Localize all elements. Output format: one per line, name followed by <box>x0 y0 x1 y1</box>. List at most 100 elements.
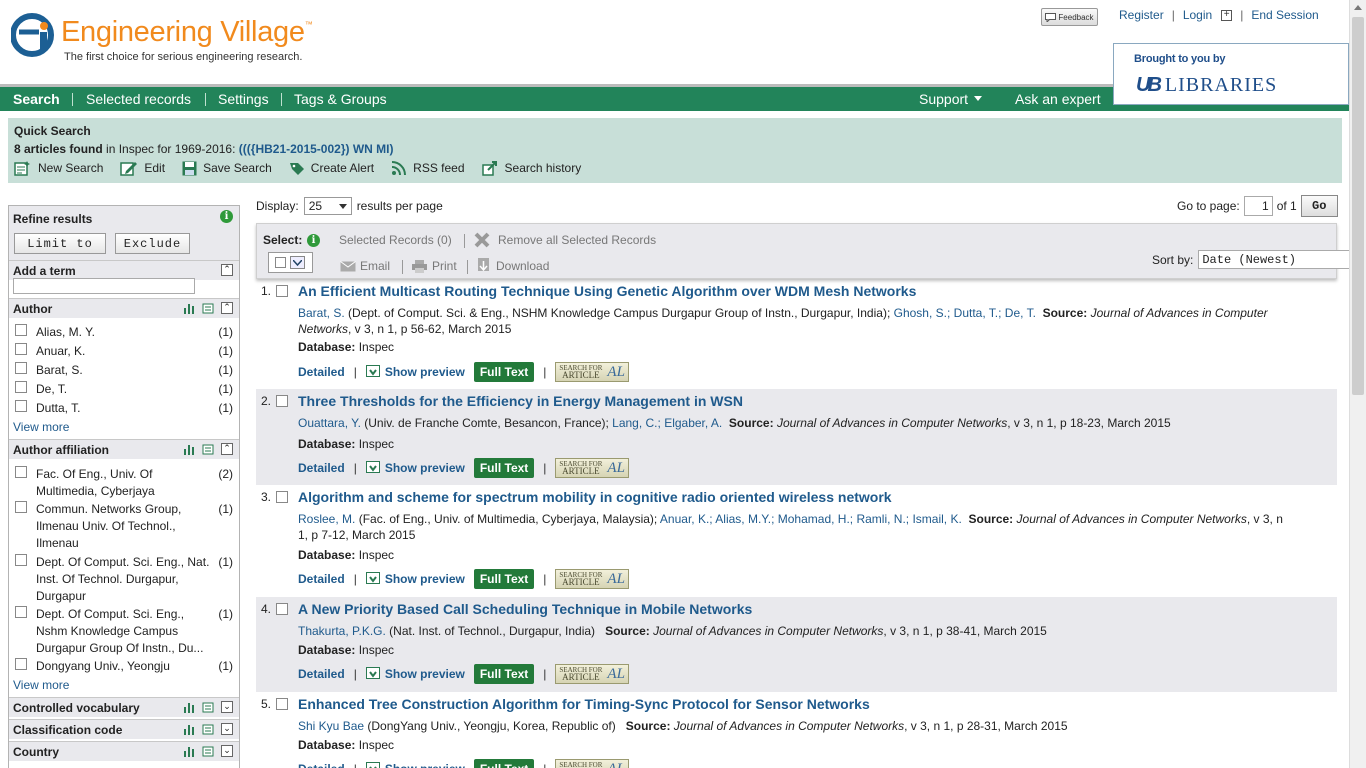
new-search-button[interactable]: New Search <box>14 160 103 176</box>
search-for-article-button[interactable]: SEARCH FORARTICLEAL <box>555 458 629 478</box>
facet-item-label[interactable]: Dept. Of Comput. Sci. Eng., Nshm Knowled… <box>36 606 216 657</box>
export-icon[interactable] <box>202 302 215 314</box>
search-for-article-button[interactable]: SEARCH FORARTICLEAL <box>555 362 629 382</box>
coauthor-links[interactable]: Anuar, K.; Alias, M.Y.; Mohamad, H.; Ram… <box>660 512 962 526</box>
nav-settings[interactable]: Settings <box>218 91 269 107</box>
collapse-icon[interactable]: ⌃ <box>221 302 233 314</box>
result-title-link[interactable]: Enhanced Tree Construction Algorithm for… <box>298 696 870 712</box>
nav-support[interactable]: Support <box>919 91 983 107</box>
facet-item-label[interactable]: Commun. Networks Group, Ilmenau Univ. Of… <box>36 501 216 552</box>
limit-to-button[interactable]: Limit to <box>14 233 106 254</box>
scroll-up-icon[interactable] <box>1354 5 1362 10</box>
facet-item-label[interactable]: Dongyang Univ., Yeongju <box>36 658 216 675</box>
page-scrollbar[interactable] <box>1349 0 1366 768</box>
bar-chart-icon[interactable] <box>183 702 196 713</box>
export-icon[interactable] <box>202 443 215 455</box>
select-all-checkbox[interactable] <box>275 257 286 268</box>
create-alert-button[interactable]: Create Alert <box>289 160 374 176</box>
detailed-link[interactable]: Detailed <box>298 572 345 586</box>
export-icon[interactable] <box>202 745 215 757</box>
expand-icon[interactable]: ⌄ <box>221 701 233 713</box>
facet-checkbox[interactable] <box>15 400 27 412</box>
bar-chart-icon[interactable] <box>183 303 196 314</box>
end-session-link[interactable]: End Session <box>1251 8 1318 22</box>
coauthor-links[interactable]: Ghosh, S.; Dutta, T.; De, T. <box>894 306 1036 320</box>
select-menu-icon[interactable] <box>290 256 305 269</box>
sort-by-select[interactable]: Date (Newest) <box>1198 250 1349 269</box>
print-button[interactable]: Print <box>412 259 457 273</box>
exclude-button[interactable]: Exclude <box>115 233 190 254</box>
facet-item-label[interactable]: De, T. <box>36 381 216 398</box>
facet-checkbox[interactable] <box>15 381 27 393</box>
brought-to-you-by-box[interactable]: Brought to you by UB LIBRARIES <box>1113 43 1349 105</box>
nav-selected-records[interactable]: Selected records <box>86 91 191 107</box>
search-for-article-button[interactable]: SEARCH FORARTICLEAL <box>555 759 629 768</box>
collapse-icon[interactable]: ⌃ <box>221 443 233 455</box>
facet-item-label[interactable]: Fac. Of Eng., Univ. Of Multimedia, Cyber… <box>36 466 216 500</box>
engineering-village-logo[interactable]: Engineering Village™ The first choice fo… <box>11 12 313 66</box>
affiliation-view-more-link[interactable]: View more <box>13 678 69 692</box>
selected-records-link[interactable]: Selected Records (0) <box>339 233 452 247</box>
facet-checkbox[interactable] <box>15 324 27 336</box>
add-term-input[interactable] <box>13 278 195 294</box>
result-title-link[interactable]: An Efficient Multicast Routing Technique… <box>298 283 916 299</box>
go-button[interactable]: Go <box>1300 195 1338 217</box>
rss-feed-button[interactable]: RSS feed <box>391 160 465 176</box>
expand-icon[interactable]: ⌄ <box>221 745 233 757</box>
nav-search[interactable]: Search <box>13 91 60 107</box>
bar-chart-icon[interactable] <box>183 724 196 735</box>
author-link[interactable]: Roslee, M. <box>298 512 355 526</box>
author-view-more-link[interactable]: View more <box>13 420 69 434</box>
facet-checkbox[interactable] <box>15 362 27 374</box>
feedback-button[interactable]: Feedback <box>1041 8 1098 26</box>
facet-item-label[interactable]: Dutta, T. <box>36 400 216 417</box>
detailed-link[interactable]: Detailed <box>298 461 345 475</box>
detailed-link[interactable]: Detailed <box>298 667 345 681</box>
full-text-button[interactable]: Full Text <box>473 362 535 382</box>
save-search-button[interactable]: Save Search <box>182 161 272 176</box>
show-preview-link[interactable]: Show preview <box>365 666 465 682</box>
search-history-button[interactable]: Search history <box>481 160 581 176</box>
search-for-article-button[interactable]: SEARCH FORARTICLEAL <box>555 569 629 589</box>
result-checkbox[interactable] <box>276 285 288 297</box>
full-text-button[interactable]: Full Text <box>473 458 535 478</box>
search-for-article-button[interactable]: SEARCH FORARTICLEAL <box>555 664 629 684</box>
select-all-dropdown[interactable] <box>268 252 313 273</box>
full-text-button[interactable]: Full Text <box>473 759 535 768</box>
facet-checkbox[interactable] <box>15 466 27 478</box>
show-preview-link[interactable]: Show preview <box>365 364 465 380</box>
full-text-button[interactable]: Full Text <box>473 664 535 684</box>
page-number-input[interactable]: 1 <box>1243 196 1273 216</box>
coauthor-links[interactable]: Lang, C.; Elgaber, A. <box>612 416 722 430</box>
bar-chart-icon[interactable] <box>183 444 196 455</box>
result-title-link[interactable]: Three Thresholds for the Efficiency in E… <box>298 393 743 409</box>
facet-checkbox[interactable] <box>15 554 27 566</box>
info-icon[interactable]: i <box>220 210 233 223</box>
show-preview-link[interactable]: Show preview <box>365 761 465 768</box>
expand-login-icon[interactable]: + <box>1221 9 1233 21</box>
show-preview-link[interactable]: Show preview <box>365 460 465 476</box>
facet-item-label[interactable]: Barat, S. <box>36 362 216 379</box>
facet-checkbox[interactable] <box>15 501 27 513</box>
scrollbar-thumb[interactable] <box>1352 17 1364 395</box>
export-icon[interactable] <box>202 723 215 735</box>
result-checkbox[interactable] <box>276 698 288 710</box>
login-link[interactable]: Login <box>1183 8 1212 22</box>
register-link[interactable]: Register <box>1119 8 1164 22</box>
result-title-link[interactable]: Algorithm and scheme for spectrum mobili… <box>298 489 892 505</box>
edit-search-button[interactable]: Edit <box>120 160 165 176</box>
facet-checkbox[interactable] <box>15 343 27 355</box>
facet-item-label[interactable]: Anuar, K. <box>36 343 216 360</box>
download-button[interactable]: Download <box>477 258 549 274</box>
results-per-page-select[interactable]: 25 <box>303 197 352 215</box>
full-text-button[interactable]: Full Text <box>473 569 535 589</box>
expand-icon[interactable]: ⌄ <box>221 723 233 735</box>
facet-item-label[interactable]: Dept. Of Comput. Sci. Eng., Nat. Inst. O… <box>36 554 216 605</box>
export-icon[interactable] <box>202 701 215 713</box>
detailed-link[interactable]: Detailed <box>298 762 345 768</box>
info-icon[interactable]: i <box>307 234 320 247</box>
nav-tags-groups[interactable]: Tags & Groups <box>294 91 387 107</box>
classification-code-header[interactable]: Classification code ⌄ <box>9 719 239 739</box>
result-checkbox[interactable] <box>276 395 288 407</box>
facet-checkbox[interactable] <box>15 606 27 618</box>
